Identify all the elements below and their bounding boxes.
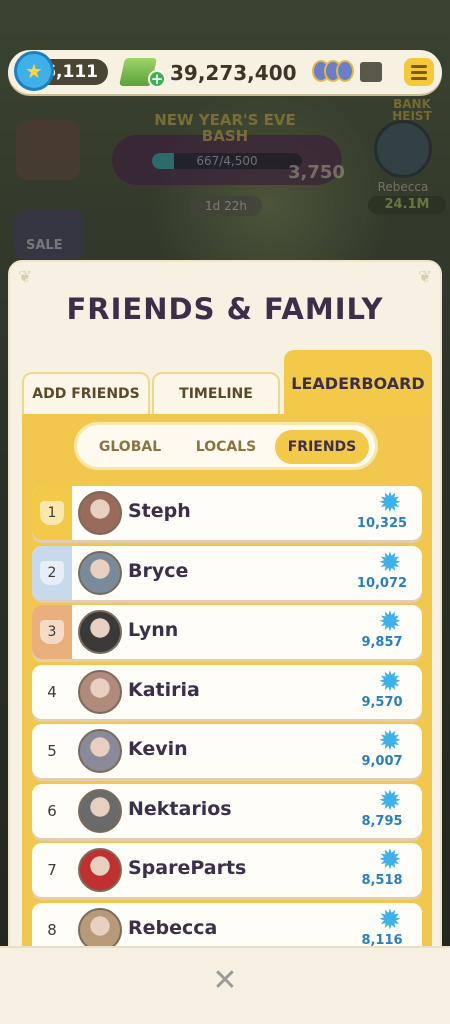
cash-value: 39,273,400 xyxy=(170,61,297,85)
leaderboard-content: GLOBAL LOCALS FRIENDS 1 Steph ✹ 10,325 2 Bryc… xyxy=(22,414,432,994)
player-name: Steph xyxy=(128,500,191,522)
tab-add-friends[interactable]: ADD FRIENDS xyxy=(22,372,150,414)
rank-badge: 3 xyxy=(32,605,72,659)
rank-badge: 1 xyxy=(32,486,72,540)
trophy-icon: 2 xyxy=(40,560,64,585)
rank-number: 4 xyxy=(47,682,57,701)
tab-timeline[interactable]: TIMELINE xyxy=(152,372,280,414)
menu-button[interactable] xyxy=(404,58,434,86)
trophy-icon: 3 xyxy=(40,620,64,644)
star-icon: ✹ xyxy=(378,783,402,817)
add-cash-button[interactable]: + xyxy=(148,70,166,88)
rank-number: 7 xyxy=(47,861,57,879)
player-name: SpareParts xyxy=(128,857,247,879)
player-name: Kevin xyxy=(128,738,188,760)
leaderboard-row[interactable]: 3 Lynn ✹ 9,857 xyxy=(32,605,422,659)
scope-segmented-control: GLOBAL LOCALS FRIENDS xyxy=(74,422,378,470)
avatar[interactable] xyxy=(78,669,122,714)
player-score: 8,518 xyxy=(361,873,403,888)
rank-number: 6 xyxy=(47,801,57,820)
segment-friends[interactable]: FRIENDS xyxy=(275,430,369,464)
avatar[interactable] xyxy=(78,848,122,892)
segment-global[interactable]: GLOBAL xyxy=(83,430,177,464)
avatar[interactable] xyxy=(78,788,122,833)
star-icon: ✹ xyxy=(378,664,402,698)
player-name: Lynn xyxy=(128,619,179,641)
segment-locals[interactable]: LOCALS xyxy=(179,430,273,464)
panel-title: FRIENDS & FAMILY xyxy=(66,292,384,326)
player-score: 9,007 xyxy=(361,754,403,769)
avatar[interactable] xyxy=(78,491,122,535)
star-icon: ✹ xyxy=(378,724,402,757)
rank-number: 5 xyxy=(47,742,57,760)
star-icon: ✹ xyxy=(378,545,402,579)
corner-ornament-icon: ❦ xyxy=(18,267,32,286)
avatar[interactable] xyxy=(78,550,122,595)
star-icon: ★ xyxy=(14,51,54,91)
player-name: Nektarios xyxy=(128,797,232,820)
avatar[interactable] xyxy=(78,907,122,952)
leaderboard-row[interactable]: 5 Kevin ✹ 9,007 xyxy=(32,724,422,778)
close-icon[interactable]: ✕ xyxy=(210,966,240,996)
avatar[interactable] xyxy=(78,729,122,773)
player-name: Rebecca xyxy=(128,916,218,939)
player-score: 9,570 xyxy=(361,694,403,710)
sticker-album-icons[interactable] xyxy=(312,60,360,84)
star-icon: ✹ xyxy=(378,605,402,638)
leaderboard-row[interactable]: 1 Steph ✹ 10,325 xyxy=(32,486,422,540)
star-icon: ✹ xyxy=(378,843,402,876)
top-status-bar: 6,111 ★ + 39,273,400 xyxy=(8,50,442,94)
sticker-pack-icon[interactable] xyxy=(360,62,382,82)
star-icon: ✹ xyxy=(378,486,402,519)
leaderboard-row[interactable]: 7 SpareParts ✹ 8,518 xyxy=(32,843,422,897)
leaderboard-row[interactable]: 2 Bryce ✹ 10,072 xyxy=(32,545,422,600)
avatar[interactable] xyxy=(78,610,122,654)
trophy-icon: 1 xyxy=(40,501,64,525)
corner-ornament-icon: ❦ xyxy=(418,267,432,286)
player-score: 8,795 xyxy=(361,813,403,829)
player-score: 9,857 xyxy=(361,635,403,650)
player-score: 10,072 xyxy=(356,575,408,591)
friends-family-panel: ❦ ❦ FRIENDS & FAMILY ADD FRIENDS TIMELIN… xyxy=(8,260,442,1000)
bottom-bar: ✕ xyxy=(0,946,450,1024)
leaderboard-row[interactable]: 6 Nektarios ✹ 8,795 xyxy=(32,783,422,838)
tab-leaderboard[interactable]: LEADERBOARD xyxy=(284,350,432,414)
player-name: Katiria xyxy=(128,678,200,701)
player-score: 10,325 xyxy=(356,516,408,531)
star-icon: ✹ xyxy=(378,902,402,936)
leaderboard-row[interactable]: 4 Katiria ✹ 9,570 xyxy=(32,664,422,719)
rank-badge: 2 xyxy=(32,545,72,600)
player-name: Bryce xyxy=(128,559,189,582)
